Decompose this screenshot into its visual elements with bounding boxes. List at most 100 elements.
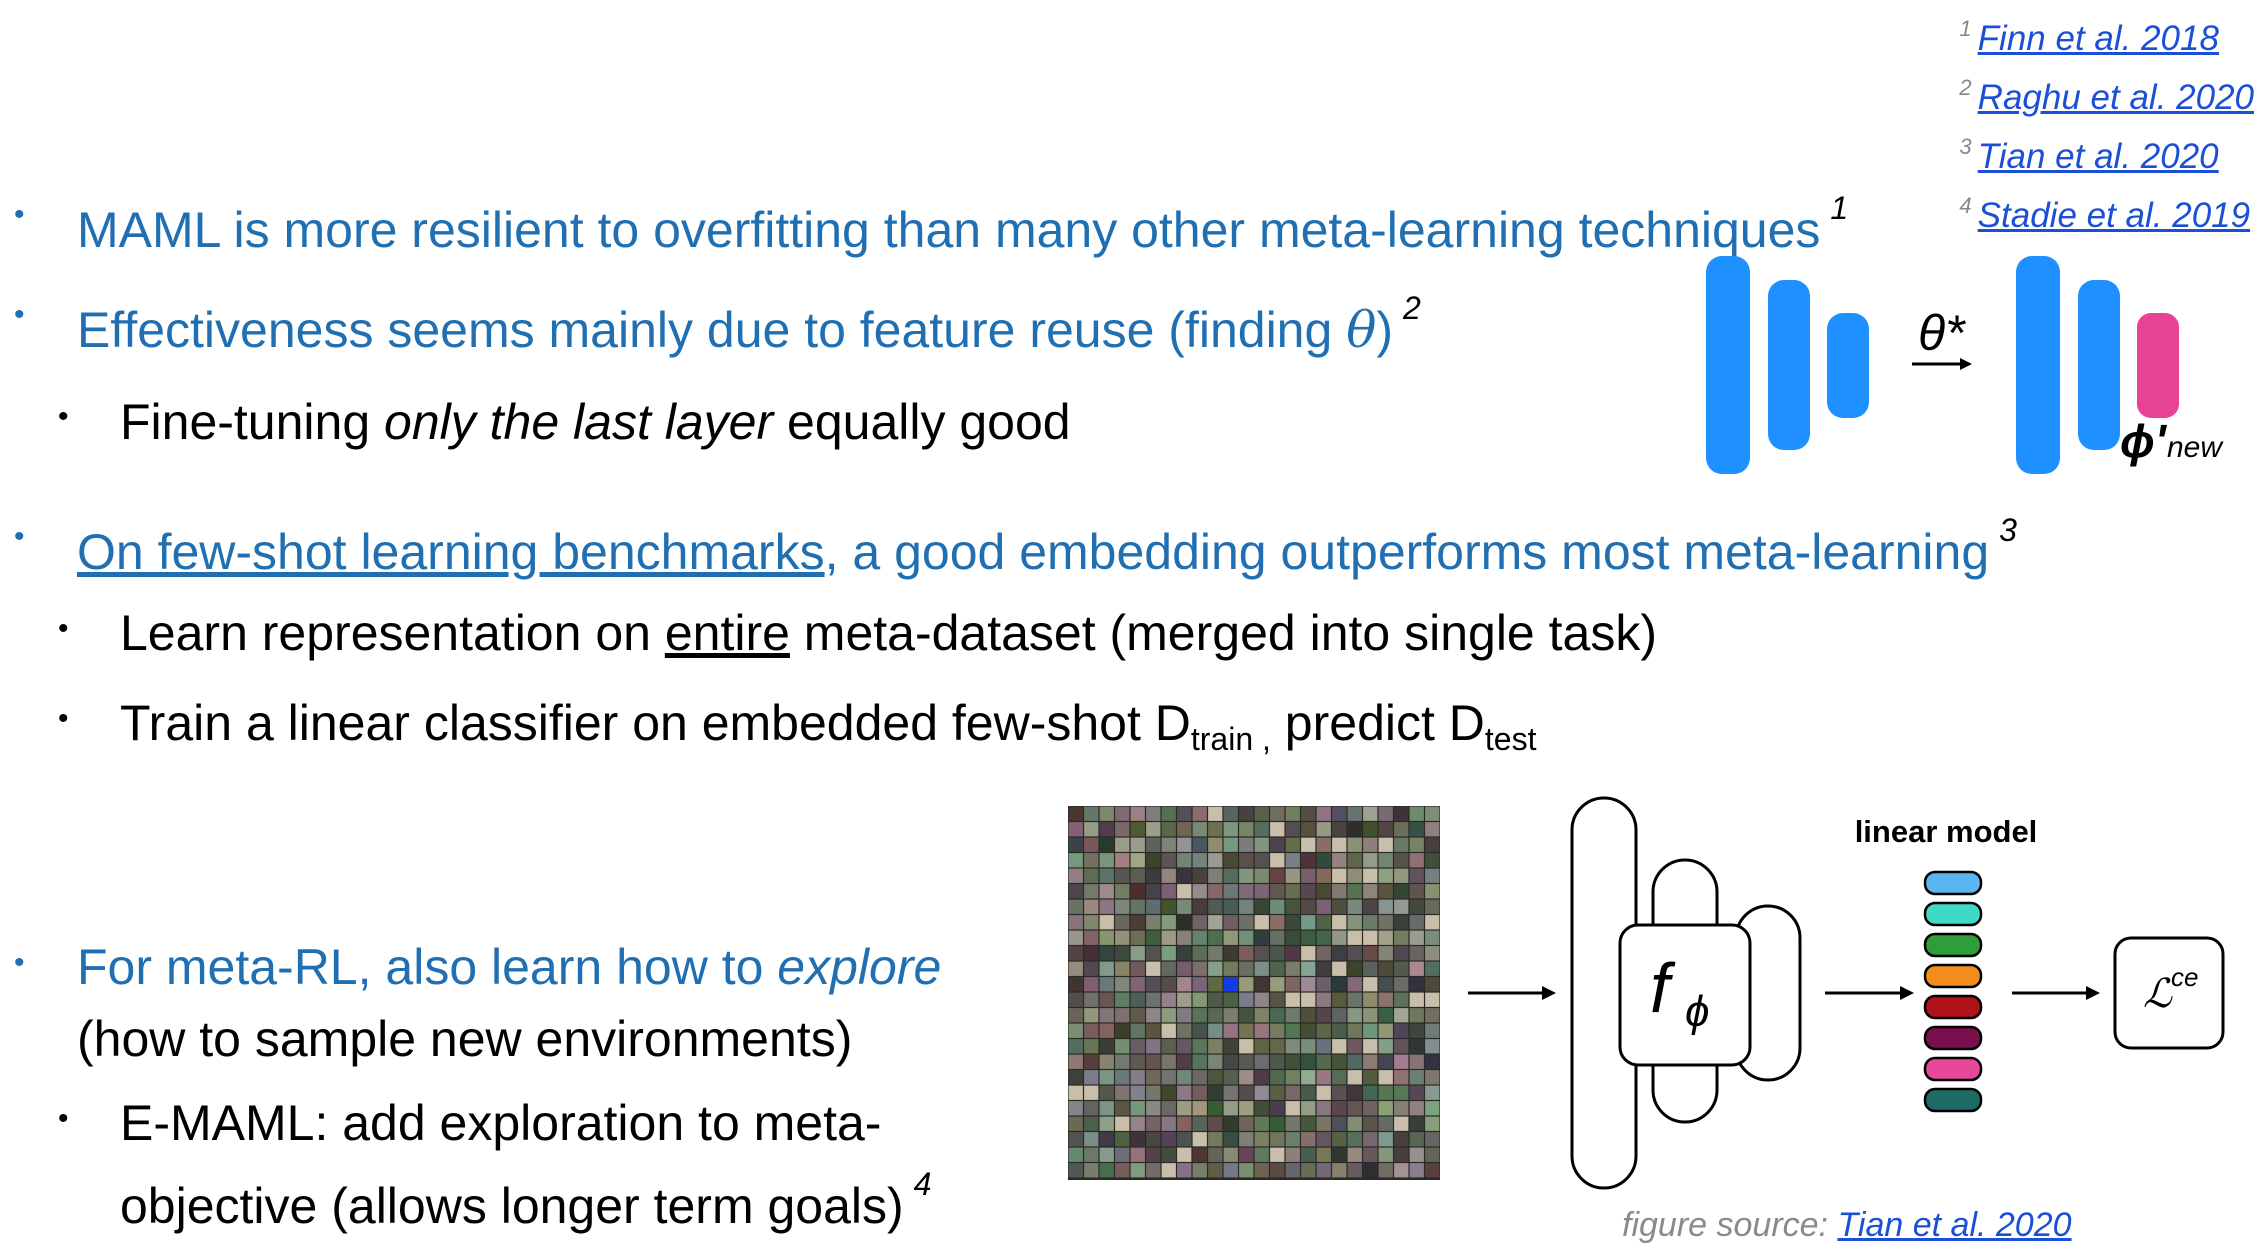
subscript-test: test <box>1484 721 1537 757</box>
thumbnail-tile <box>1394 822 1409 837</box>
thumbnail-tile <box>1208 1085 1223 1100</box>
embedding-cell <box>1923 1056 1983 1082</box>
reference-link[interactable]: Tian et al. 2020 <box>1978 137 2219 176</box>
thumbnail-tile <box>1363 1070 1378 1085</box>
thumbnail-tile <box>1208 868 1223 883</box>
thumbnail-tile <box>1084 806 1099 821</box>
thumbnail-tile <box>1099 884 1114 899</box>
thumbnail-tile <box>1378 837 1393 852</box>
bullet-emaml-line2: objective (allows longer term goals) 4 <box>120 1166 931 1235</box>
thumbnail-tile <box>1192 1101 1207 1116</box>
reference-number: 3 <box>1959 134 1972 159</box>
thumbnail-tile <box>1409 930 1424 945</box>
thumbnail-tile <box>1285 915 1300 930</box>
thumbnail-tile <box>1301 977 1316 992</box>
figure-source-link[interactable]: Tian et al. 2020 <box>1837 1206 2071 1244</box>
thumbnail-tile <box>1177 1039 1192 1054</box>
thumbnail-tile <box>1254 822 1269 837</box>
thumbnail-tile <box>1363 822 1378 837</box>
thumbnail-tile <box>1301 1085 1316 1100</box>
thumbnail-tile <box>1316 1008 1331 1023</box>
thumbnail-tile <box>1068 1008 1083 1023</box>
thumbnail-tile <box>1332 1085 1347 1100</box>
thumbnail-tile <box>1161 977 1176 992</box>
thumbnail-tile <box>1084 1163 1099 1178</box>
thumbnail-tile <box>1068 1147 1083 1162</box>
thumbnail-tile <box>1425 1039 1440 1054</box>
thumbnail-tile <box>1208 1070 1223 1085</box>
thumbnail-tile <box>1332 1132 1347 1147</box>
reference-link[interactable]: Finn et al. 2018 <box>1978 19 2219 58</box>
thumbnail-tile <box>1146 884 1161 899</box>
thumbnail-tile <box>1084 915 1099 930</box>
thumbnail-tile <box>1394 899 1409 914</box>
thumbnail-tile <box>1425 1147 1440 1162</box>
thumbnail-tile <box>1146 1085 1161 1100</box>
thumbnail-tile <box>1146 992 1161 1007</box>
bullet-text: equally good <box>773 394 1071 450</box>
thumbnail-tile <box>1332 1147 1347 1162</box>
reference-link[interactable]: Raghu et al. 2020 <box>1978 78 2254 117</box>
thumbnail-tile <box>1254 1163 1269 1178</box>
thumbnail-tile <box>1068 884 1083 899</box>
thumbnail-tile <box>1285 1132 1300 1147</box>
thumbnail-tile <box>1409 899 1424 914</box>
thumbnail-tile <box>1378 1039 1393 1054</box>
benchmark-link[interactable]: On few-shot learning benchmarks <box>77 524 825 580</box>
thumbnail-tile <box>1099 1054 1114 1069</box>
bullet-dot: • <box>58 400 69 433</box>
thumbnail-tile <box>1301 822 1316 837</box>
thumbnail-tile <box>1254 946 1269 961</box>
thumbnail-tile <box>1285 977 1300 992</box>
thumbnail-tile <box>1177 1070 1192 1085</box>
thumbnail-tile <box>1301 992 1316 1007</box>
thumbnail-tile <box>1161 1023 1176 1038</box>
footnote-marker: 2 <box>1402 290 1421 326</box>
thumbnail-tile <box>1254 868 1269 883</box>
thumbnail-tile <box>1316 853 1331 868</box>
thumbnail-tile <box>1177 1023 1192 1038</box>
thumbnail-tile <box>1223 1132 1238 1147</box>
tian-pipeline-diagram: f ϕ linear model ℒ ce <box>1468 796 2225 1190</box>
reference-link[interactable]: Stadie et al. 2019 <box>1978 196 2250 235</box>
thumbnail-tile <box>1425 946 1440 961</box>
thumbnail-tile <box>1270 884 1285 899</box>
arrow-head-icon <box>1542 986 1556 1000</box>
thumbnail-tile <box>1177 868 1192 883</box>
arrow-head-icon <box>2086 986 2100 1000</box>
thumbnail-tile <box>1192 806 1207 821</box>
bullet-feature-reuse: Effectiveness seems mainly due to featur… <box>77 290 1421 359</box>
thumbnail-tile <box>1223 1085 1238 1100</box>
thumbnail-tile <box>1347 915 1362 930</box>
thumbnail-tile <box>1161 930 1176 945</box>
thumbnail-tile <box>1239 915 1254 930</box>
thumbnail-tile <box>1192 1008 1207 1023</box>
thumbnail-tile <box>1115 961 1130 976</box>
thumbnail-tile <box>1068 899 1083 914</box>
thumbnail-tile <box>1378 977 1393 992</box>
thumbnail-tile <box>1161 1085 1176 1100</box>
thumbnail-tile <box>1192 1163 1207 1178</box>
thumbnail-tile <box>1285 853 1300 868</box>
thumbnail-tile <box>1130 1101 1145 1116</box>
thumbnail-tile <box>1130 884 1145 899</box>
embedding-cell <box>1923 963 1983 989</box>
thumbnail-tile <box>1239 1008 1254 1023</box>
thumbnail-tile <box>1332 899 1347 914</box>
thumbnail-tile <box>1394 961 1409 976</box>
thumbnail-tile <box>1316 1132 1331 1147</box>
thumbnail-tile <box>1270 806 1285 821</box>
thumbnail-tile <box>1425 1054 1440 1069</box>
thumbnail-tile <box>1099 837 1114 852</box>
thumbnail-tile <box>1192 1039 1207 1054</box>
thumbnail-tile <box>1301 899 1316 914</box>
thumbnail-tile <box>1208 992 1223 1007</box>
thumbnail-tile <box>1285 1116 1300 1131</box>
thumbnail-tile <box>1208 1039 1223 1054</box>
thumbnail-tile <box>1270 1070 1285 1085</box>
thumbnail-tile <box>1068 1163 1083 1178</box>
thumbnail-tile <box>1347 1147 1362 1162</box>
thumbnail-tile <box>1208 1132 1223 1147</box>
thumbnail-tile <box>1192 946 1207 961</box>
thumbnail-tile <box>1208 822 1223 837</box>
